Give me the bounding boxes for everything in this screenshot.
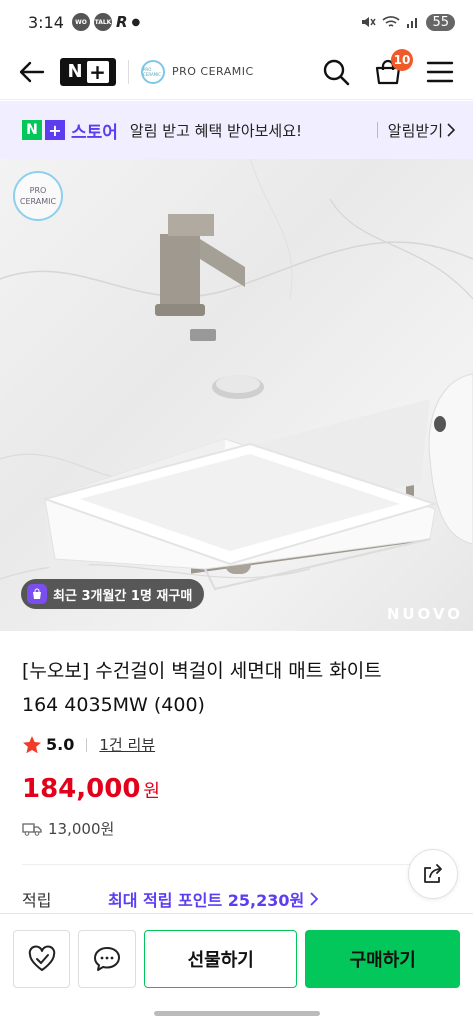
wifi-icon xyxy=(382,16,400,27)
delivery-truck-icon xyxy=(22,822,42,836)
header-actions: 10 xyxy=(321,48,455,87)
gift-button[interactable]: 선물하기 xyxy=(143,929,298,988)
cart-count-badge: 10 xyxy=(391,48,413,71)
sink-illustration xyxy=(0,159,473,591)
product-image[interactable]: PRO CERAMIC 최근 3개월간 1명 재구매 NUOVO xyxy=(0,159,473,631)
promo-action-label: 알림받기 xyxy=(387,121,443,140)
shipping-fee: 13,000원 xyxy=(48,820,115,838)
rating-divider xyxy=(86,737,88,752)
header-divider xyxy=(128,59,129,84)
store-logo-text: PRO CERAMIC xyxy=(143,66,162,77)
share-button[interactable] xyxy=(408,849,458,899)
mute-icon xyxy=(362,17,377,27)
points-value[interactable]: 최대 적립 포인트 25,230원 xyxy=(108,887,319,911)
dot-icon: ● xyxy=(131,16,141,28)
promo-logo-n: N xyxy=(22,120,42,140)
buy-button[interactable]: 구매하기 xyxy=(305,929,460,988)
status-bar: 3:14 WO TALK R ● 55 xyxy=(0,0,473,44)
r-app-icon: R xyxy=(115,13,128,31)
search-button[interactable] xyxy=(321,57,351,87)
product-title-line-1: [누오보] 수건걸이 벽걸이 세면대 매트 화이트 xyxy=(22,660,382,682)
talk-app-icon: TALK xyxy=(93,13,112,31)
promo-logo-store: 스토어 xyxy=(71,122,118,143)
notification-icons: WO TALK R ● xyxy=(71,13,141,31)
naver-plus-store-logo: N + 스토어 xyxy=(22,118,118,143)
chevron-right-icon xyxy=(310,892,319,906)
section-divider xyxy=(22,864,452,865)
menu-button[interactable] xyxy=(425,57,455,87)
promo-logo-plus: + xyxy=(45,120,65,140)
chat-bubble-icon xyxy=(94,946,121,971)
promo-text: 알림 받고 혜택 받아보세요! xyxy=(129,121,303,140)
back-button[interactable] xyxy=(18,58,46,86)
chat-button[interactable] xyxy=(78,929,136,988)
search-icon xyxy=(323,59,350,85)
chevron-right-icon xyxy=(447,123,455,137)
cart-button[interactable]: 10 xyxy=(373,48,413,87)
points-row[interactable]: 적립 최대 적립 포인트 25,230원 xyxy=(22,887,319,911)
hamburger-menu-icon xyxy=(426,61,454,82)
heart-check-icon xyxy=(28,945,55,971)
star-icon xyxy=(23,735,41,753)
store-watermark: PRO CERAMIC xyxy=(13,171,63,221)
logo-plus: + xyxy=(86,60,109,84)
product-title-line-2: 164 4035MW (400) xyxy=(22,694,205,716)
price-value: 184,000 xyxy=(22,774,141,804)
watermark-line-2: CERAMIC xyxy=(19,197,57,206)
notification-promo-banner[interactable]: N + 스토어 알림 받고 혜택 받아보세요! 알림받기 xyxy=(0,101,473,159)
bottom-action-bar: 선물하기 구매하기 xyxy=(0,913,473,1003)
shopping-bag-badge-icon xyxy=(27,584,47,604)
store-logo[interactable]: PRO CERAMIC xyxy=(141,59,165,84)
rating-value: 5.0 xyxy=(46,735,75,754)
repurchase-text: 최근 3개월간 1명 재구매 xyxy=(53,588,193,604)
battery-indicator: 55 xyxy=(426,13,455,31)
rating-row: 5.0 1건 리뷰 xyxy=(22,734,155,755)
share-icon xyxy=(424,864,442,883)
shipping-row: 13,000원 xyxy=(22,818,114,839)
review-count-link[interactable]: 1건 리뷰 xyxy=(99,734,155,755)
wishlist-button[interactable] xyxy=(13,929,71,988)
product-title: [누오보] 수건걸이 벽걸이 세면대 매트 화이트 164 4035MW (40… xyxy=(22,654,452,722)
signal-icon xyxy=(407,18,418,28)
arrow-left-icon xyxy=(19,61,45,82)
top-nav: N + PRO CERAMIC PRO CERAMIC 10 xyxy=(0,44,473,100)
promo-divider xyxy=(376,122,378,138)
watermark-line-1: PRO xyxy=(29,186,47,195)
naver-plus-logo[interactable]: N + xyxy=(60,57,116,86)
subscribe-notifications-link[interactable]: 알림받기 xyxy=(388,120,455,141)
status-time: 3:14 xyxy=(28,12,64,32)
home-indicator[interactable] xyxy=(154,1011,320,1016)
points-label: 적립 xyxy=(22,891,52,910)
brand-logo: NUOVO xyxy=(386,605,463,623)
system-icons: 55 xyxy=(360,13,455,31)
store-name[interactable]: PRO CERAMIC xyxy=(172,65,254,78)
price-row: 184,000 원 xyxy=(22,774,160,804)
price-currency: 원 xyxy=(143,781,160,802)
points-value-text: 최대 적립 포인트 25,230원 xyxy=(108,891,305,910)
wo-app-icon: WO xyxy=(71,13,90,31)
repurchase-badge: 최근 3개월간 1명 재구매 xyxy=(21,579,205,609)
logo-n: N xyxy=(67,61,83,82)
